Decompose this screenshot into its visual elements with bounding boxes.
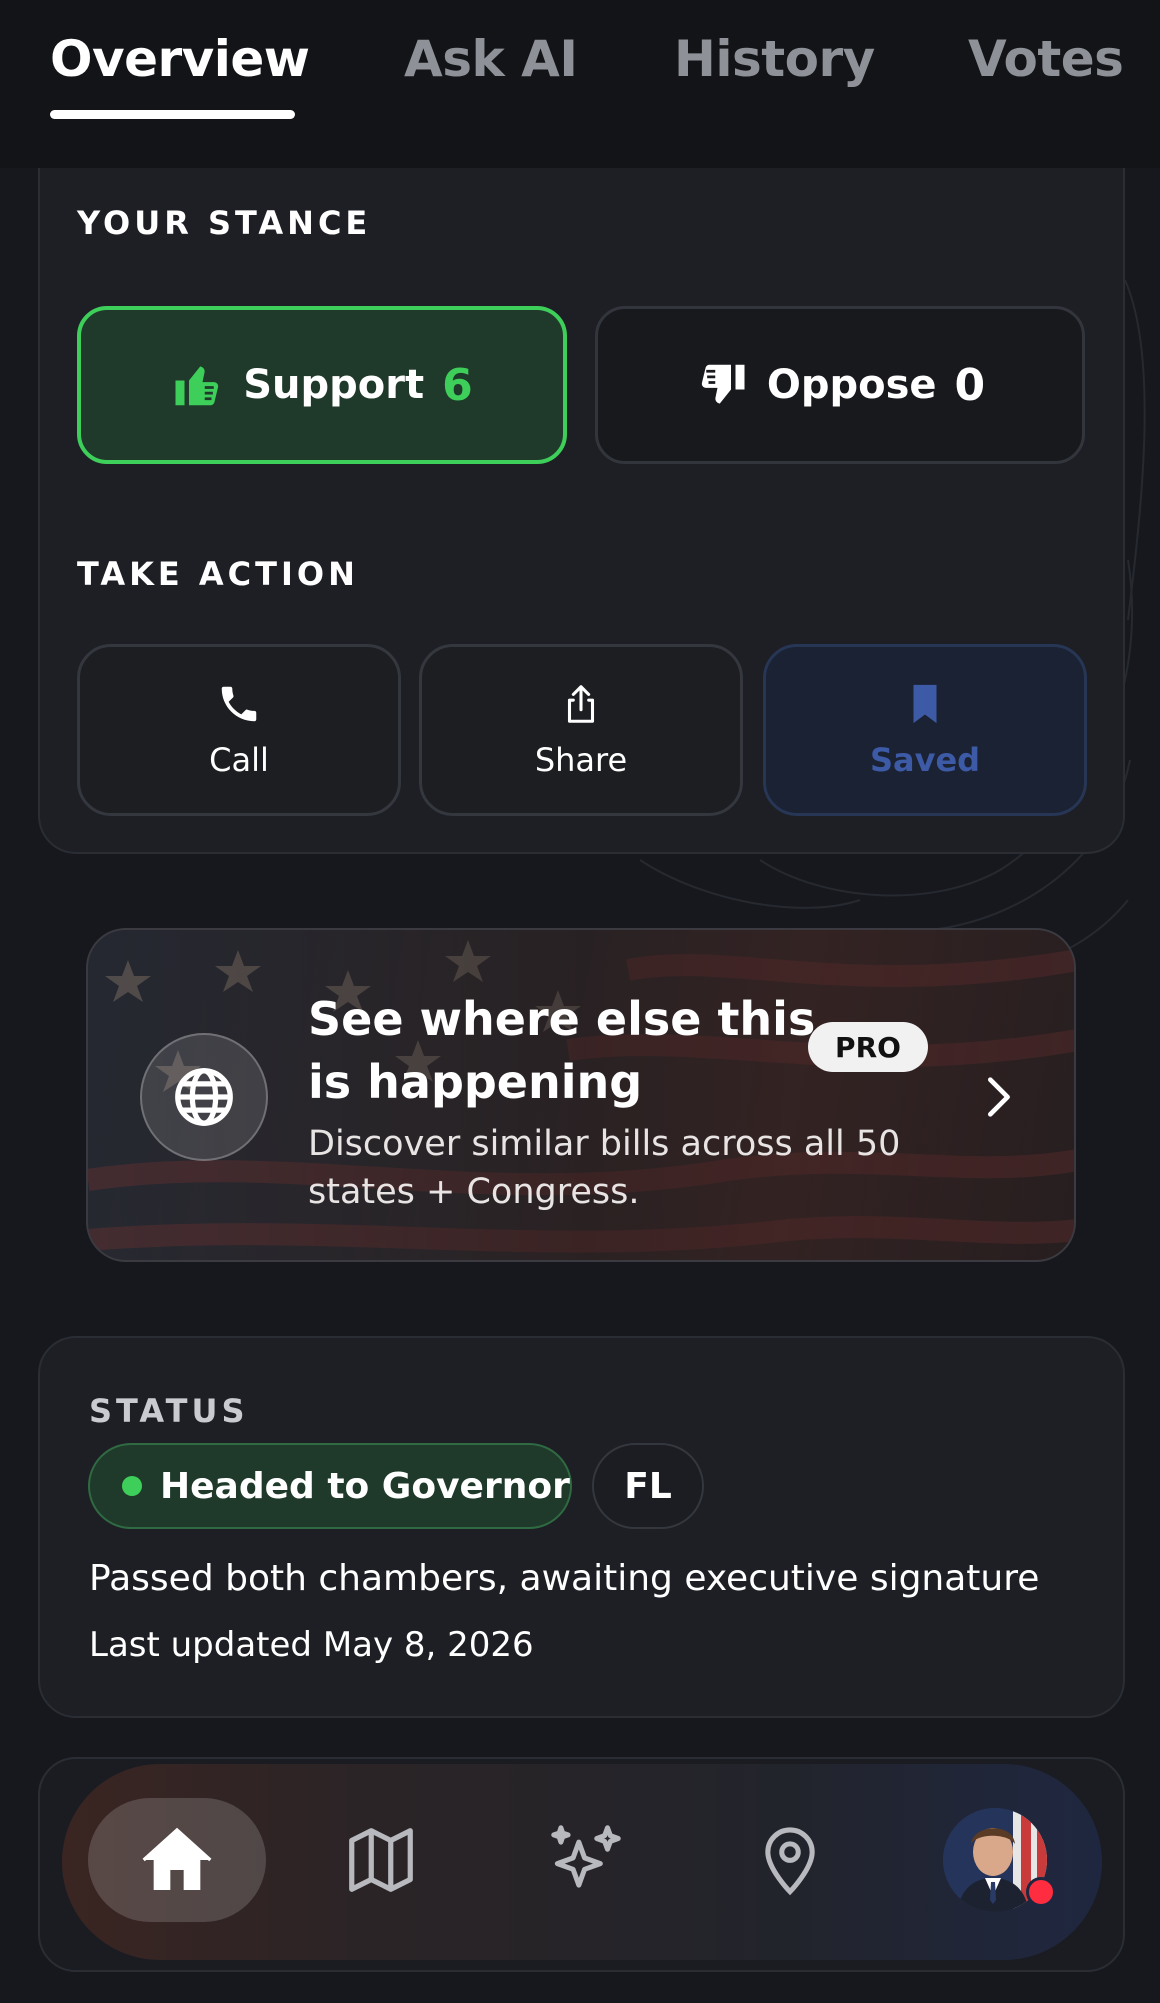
support-count: 6 xyxy=(442,359,473,411)
oppose-button[interactable]: Oppose 0 xyxy=(595,306,1085,464)
bookmark-icon xyxy=(913,684,937,724)
nav-map[interactable] xyxy=(317,1798,445,1922)
support-label: Support xyxy=(243,362,425,408)
call-button[interactable]: Call xyxy=(77,644,401,816)
tab-votes[interactable]: Votes xyxy=(968,30,1124,88)
tab-bar: Overview Ask AI History Votes xyxy=(0,0,1160,168)
status-badge: Headed to Governor xyxy=(88,1443,572,1529)
thumbs-up-icon xyxy=(175,366,219,406)
similar-bills-banner[interactable]: See where else this is happening PRO Dis… xyxy=(86,928,1076,1262)
location-pin-icon xyxy=(765,1827,815,1896)
saved-button[interactable]: Saved xyxy=(763,644,1087,816)
state-badge: FL xyxy=(592,1443,704,1529)
sparkles-icon xyxy=(551,1825,621,1888)
share-button[interactable]: Share xyxy=(419,644,743,816)
status-badge-label: Headed to Governor xyxy=(160,1465,570,1507)
last-updated: Last updated May 8, 2026 xyxy=(89,1625,534,1665)
chevron-right-icon xyxy=(988,1077,1010,1117)
your-stance-heading: YOUR STANCE xyxy=(77,204,372,242)
home-icon xyxy=(142,1827,212,1890)
pro-badge: PRO xyxy=(808,1022,928,1072)
tab-ask-ai[interactable]: Ask AI xyxy=(404,30,578,88)
active-tab-indicator xyxy=(50,110,295,119)
nav-ask-ai[interactable] xyxy=(522,1798,650,1922)
nav-home[interactable] xyxy=(88,1798,266,1922)
oppose-label: Oppose xyxy=(766,362,937,408)
tab-history[interactable]: History xyxy=(674,30,875,88)
app-screen: Overview Ask AI History Votes YOUR STANC… xyxy=(0,0,1160,2003)
globe-badge xyxy=(140,1033,268,1161)
nav-location[interactable] xyxy=(726,1798,854,1922)
share-icon xyxy=(567,685,595,723)
phone-icon xyxy=(221,686,257,722)
notification-dot xyxy=(1026,1877,1056,1907)
share-label: Share xyxy=(534,741,628,779)
map-icon xyxy=(349,1828,413,1892)
globe-icon xyxy=(175,1068,233,1126)
banner-title: See where else this is happening xyxy=(308,992,816,1109)
status-dot xyxy=(122,1476,142,1496)
saved-label: Saved xyxy=(869,741,981,779)
call-label: Call xyxy=(209,741,269,779)
thumbs-down-icon xyxy=(701,364,745,404)
oppose-count: 0 xyxy=(954,359,986,411)
status-heading: STATUS xyxy=(89,1392,249,1430)
banner-description: Discover similar bills across all 50 sta… xyxy=(308,1124,901,1212)
tab-overview[interactable]: Overview xyxy=(50,30,310,88)
support-button[interactable]: Support 6 xyxy=(77,306,567,464)
take-action-heading: TAKE ACTION xyxy=(77,555,359,593)
status-description: Passed both chambers, awaiting executive… xyxy=(89,1558,1040,1599)
